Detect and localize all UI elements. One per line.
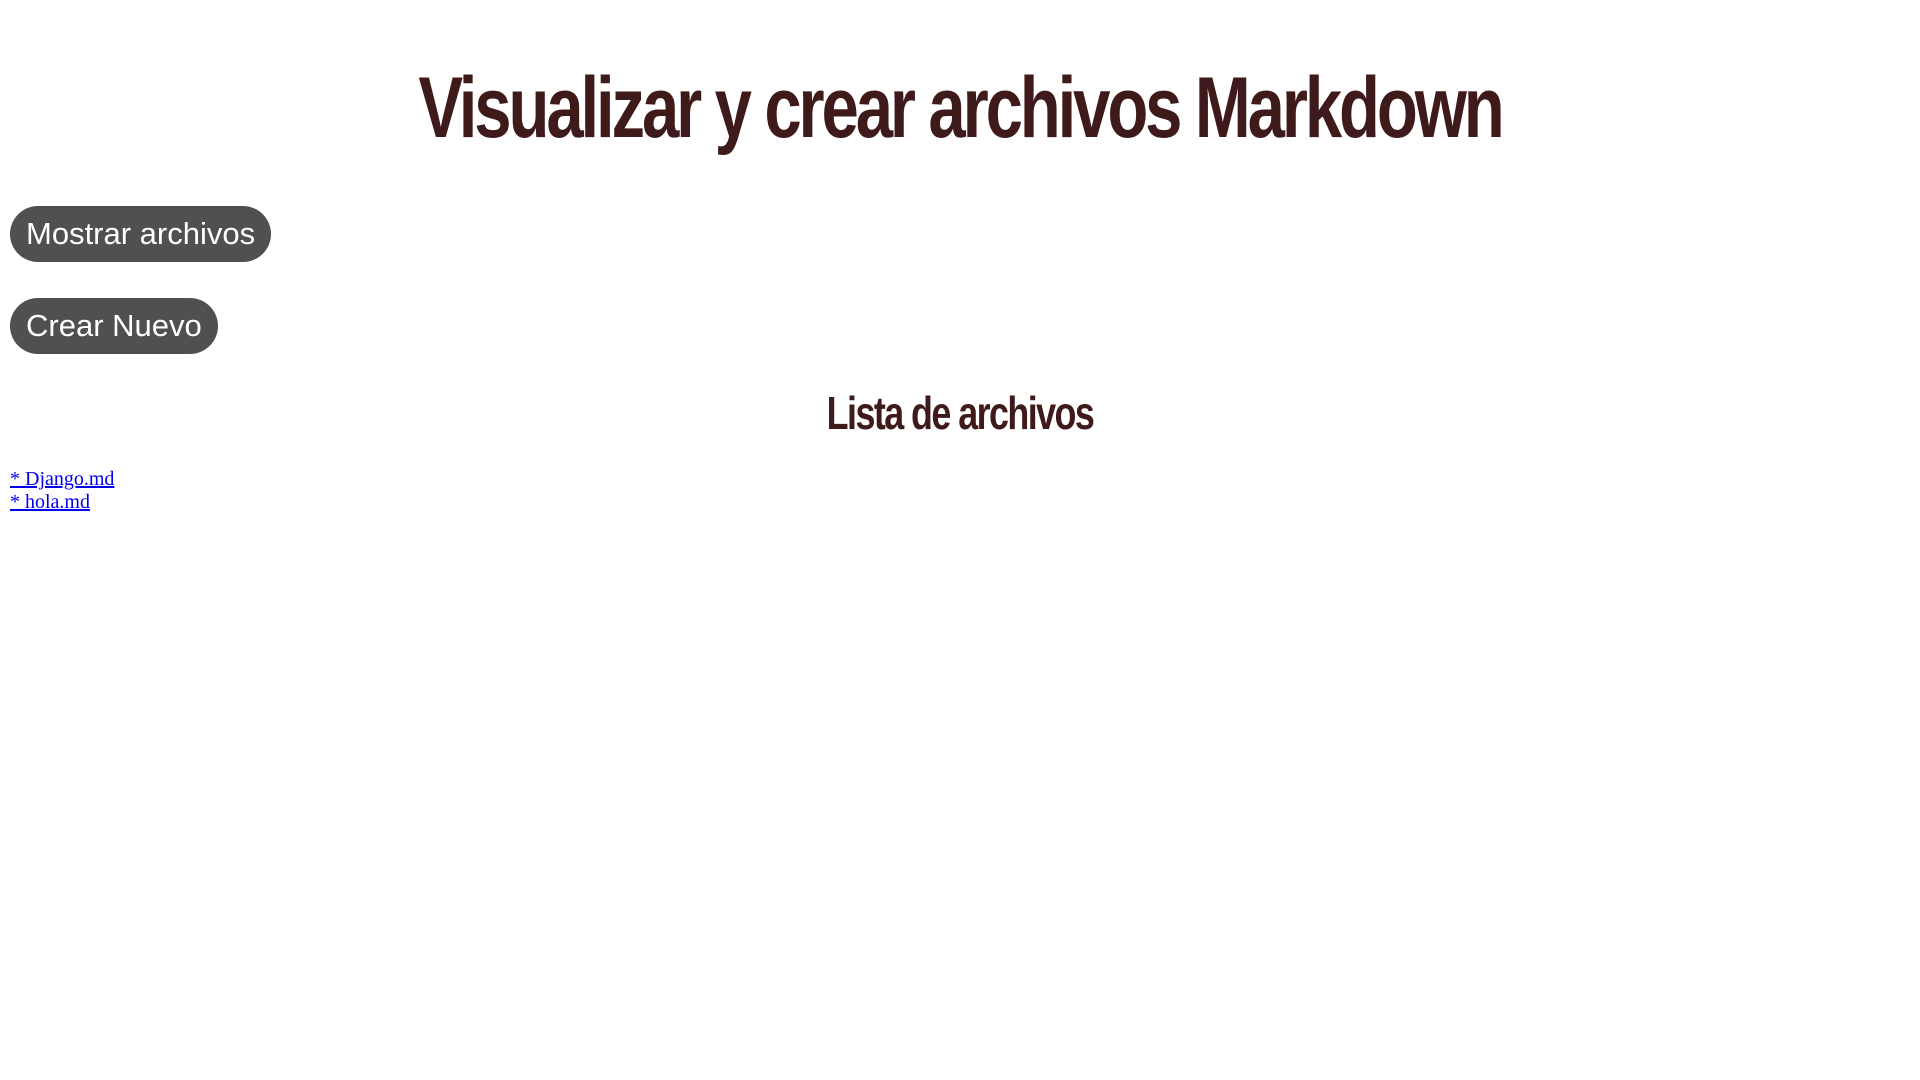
show-files-button[interactable]: Mostrar archivos bbox=[10, 206, 272, 262]
create-new-button[interactable]: Crear Nuevo bbox=[10, 298, 218, 354]
page-title: Visualizar y crear archivos Markdown bbox=[418, 60, 1504, 156]
list-item: * hola.md bbox=[10, 491, 114, 514]
file-list-heading: Lista de archivos bbox=[826, 387, 1095, 439]
list-item: * Django.md bbox=[10, 468, 114, 491]
file-list: * Django.md * hola.md bbox=[10, 468, 114, 514]
file-link-django[interactable]: * Django.md bbox=[10, 468, 114, 490]
file-link-hola[interactable]: * hola.md bbox=[10, 491, 90, 513]
